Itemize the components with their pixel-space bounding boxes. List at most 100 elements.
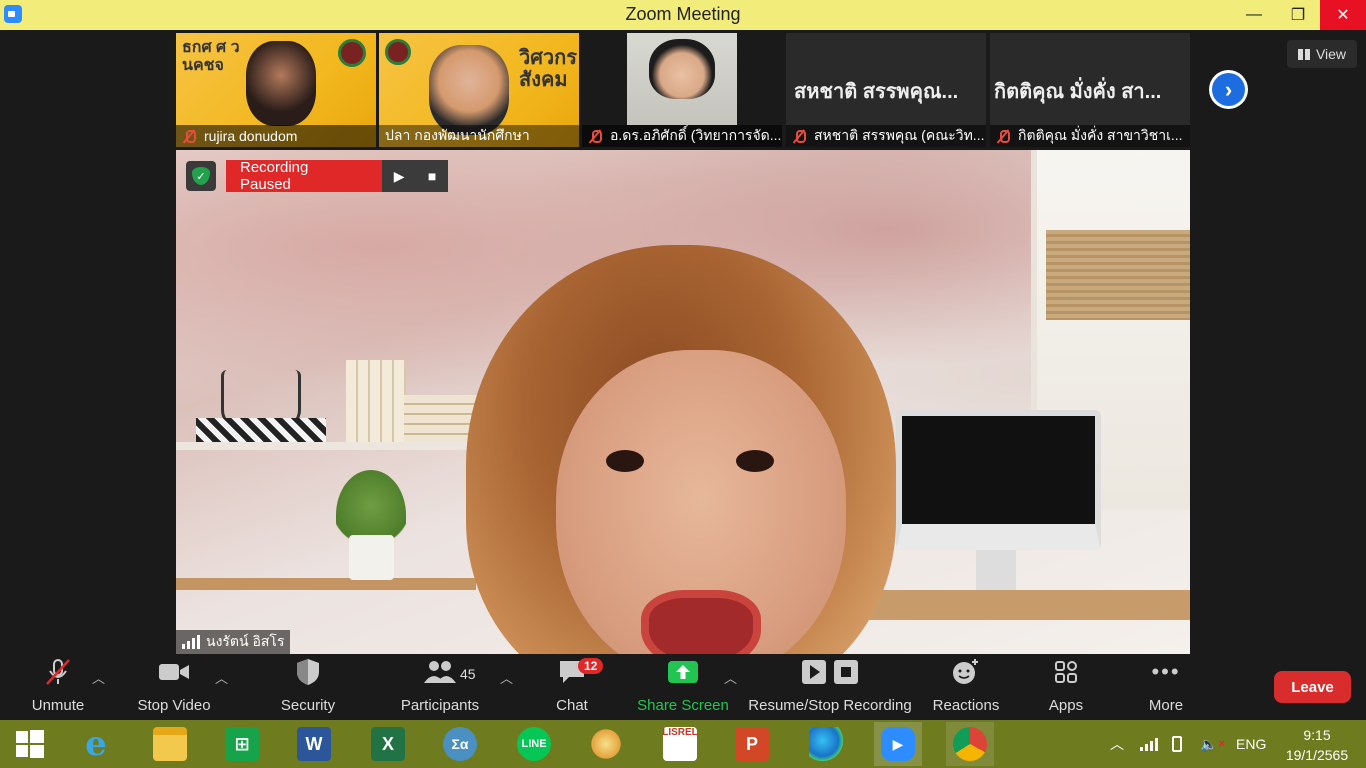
windows-logo-icon: [16, 730, 44, 758]
poster-text: วิศวกร สังคม: [519, 47, 578, 91]
mic-muted-icon: [182, 129, 196, 143]
clock-date: 19/1/2565: [1285, 747, 1349, 763]
network-signal-icon[interactable]: [1140, 722, 1158, 766]
zoom-taskbar-icon[interactable]: ▶: [874, 722, 922, 766]
unmute-button[interactable]: Unmute: [26, 654, 90, 720]
view-button[interactable]: View: [1287, 40, 1357, 68]
active-speaker-video: นงรัตน์ อิสโร: [176, 150, 1190, 654]
apps-icon: [1053, 655, 1079, 689]
speaker-label: นงรัตน์ อิสโร: [176, 630, 291, 654]
participants-button[interactable]: Participants: [398, 654, 482, 720]
more-label: More: [1148, 697, 1184, 714]
participants-options-caret-icon[interactable]: ︿: [500, 668, 513, 687]
clock[interactable]: 9:15 19/1/2565: [1276, 725, 1358, 765]
chat-unread-badge: 12: [578, 658, 604, 674]
audio-options-caret-icon[interactable]: ︿: [92, 668, 105, 687]
share-options-caret-icon[interactable]: ︿: [724, 668, 737, 687]
share-screen-icon: [667, 655, 699, 689]
participant-label: กิตติคุณ มั่งคั่ง สาขาวิชาเ...: [990, 125, 1190, 147]
next-page-button[interactable]: ›: [1209, 70, 1248, 109]
mic-muted-icon: [792, 129, 806, 143]
line-icon[interactable]: LINE: [510, 722, 558, 766]
file-explorer-icon[interactable]: [146, 722, 194, 766]
paint-icon[interactable]: [582, 722, 630, 766]
more-button[interactable]: ••• More: [1140, 654, 1192, 720]
recording-bar: ✓ Recording Paused ▶ ■: [186, 159, 448, 193]
mic-muted-icon: [996, 129, 1010, 143]
stop-video-label: Stop Video: [137, 697, 211, 714]
unmute-label: Unmute: [31, 697, 85, 714]
participant-label: อ.ดร.อภิศักดิ์ (วิทยาการจัด...: [582, 125, 782, 147]
poster-text: ธกศ ศ ว นคชจ: [182, 39, 240, 74]
grid-icon: [1297, 48, 1310, 60]
reactions-label: Reactions: [932, 697, 1000, 714]
participant-video: [246, 41, 316, 126]
participant-label: ปลา กองพัฒนานักศึกษา: [379, 125, 579, 147]
restore-button[interactable]: ❐: [1276, 0, 1320, 30]
show-hidden-icons-button[interactable]: ︿: [1110, 722, 1124, 766]
encryption-shield-icon[interactable]: ✓: [186, 161, 216, 191]
participant-name: อ.ดร.อภิศักดิ์ (วิทยาการจัด...: [610, 127, 782, 143]
store-icon[interactable]: ⊞: [218, 722, 266, 766]
mic-muted-icon: [588, 129, 602, 143]
security-label: Security: [280, 697, 336, 714]
participant-name: ปลา กองพัฒนานักศึกษา: [385, 127, 530, 143]
participant-name: สหชาติ สรรพคุณ (คณะวิท...: [814, 127, 985, 143]
close-button[interactable]: ✕: [1320, 0, 1366, 30]
start-button[interactable]: [6, 722, 54, 766]
math-input-icon[interactable]: Σα: [436, 722, 484, 766]
more-dots-icon: •••: [1151, 659, 1181, 684]
video-options-caret-icon[interactable]: ︿: [215, 668, 228, 687]
edge-icon[interactable]: [802, 722, 850, 766]
participant-label: rujira donudom: [176, 125, 376, 147]
university-seal-icon: [385, 39, 411, 65]
stop-recording-button[interactable]: ■: [428, 168, 436, 184]
share-screen-label: Share Screen: [637, 697, 729, 714]
chat-label: Chat: [556, 697, 588, 714]
word-icon[interactable]: W: [290, 722, 338, 766]
share-screen-button[interactable]: Share Screen: [636, 654, 730, 720]
powerpoint-icon[interactable]: P: [728, 722, 776, 766]
university-seal-icon: [338, 39, 366, 67]
language-indicator[interactable]: ENG: [1236, 722, 1266, 766]
excel-icon[interactable]: X: [364, 722, 412, 766]
participants-label: Participants: [400, 697, 480, 714]
participant-big-name: สหชาติ สรรพคุณ...: [794, 81, 959, 103]
participant-label: สหชาติ สรรพคุณ (คณะวิท...: [786, 125, 986, 147]
participant-name: rujira donudom: [204, 128, 298, 144]
minimize-button[interactable]: —: [1232, 0, 1276, 30]
smiley-add-icon: [951, 655, 981, 689]
window-title: Zoom Meeting: [625, 4, 741, 24]
participant-tile[interactable]: สหชาติ สรรพคุณ... สหชาติ สรรพคุณ (คณะวิท…: [786, 33, 986, 147]
participant-video: [429, 45, 509, 135]
shield-icon: [295, 655, 321, 689]
resume-recording-button[interactable]: ▶: [394, 168, 405, 185]
battery-icon[interactable]: [1172, 722, 1182, 766]
internet-explorer-icon[interactable]: e: [72, 722, 120, 766]
view-label: View: [1315, 46, 1347, 62]
apps-label: Apps: [1048, 697, 1084, 714]
record-controls-icon: [801, 655, 859, 689]
lisrel-icon[interactable]: LISREL: [656, 722, 704, 766]
participant-tile[interactable]: วิศวกร สังคม ปลา กองพัฒนานักศึกษา: [379, 33, 579, 147]
participant-tile[interactable]: อ.ดร.อภิศักดิ์ (วิทยาการจัด...: [582, 33, 782, 147]
mic-muted-icon: [43, 655, 73, 689]
leave-button[interactable]: Leave: [1274, 671, 1351, 703]
recording-controls: ▶ ■: [382, 160, 448, 192]
security-button[interactable]: Security: [276, 654, 340, 720]
recording-status: Recording Paused: [226, 159, 382, 193]
chrome-icon[interactable]: [946, 722, 994, 766]
participant-name: กิตติคุณ มั่งคั่ง สาขาวิชาเ...: [1018, 127, 1183, 143]
participant-video: [627, 33, 737, 125]
chevron-right-icon: ›: [1212, 73, 1245, 106]
participant-tile[interactable]: กิตติคุณ มั่งคั่ง สา... กิตติคุณ มั่งคั่…: [990, 33, 1190, 147]
participant-tile[interactable]: ธกศ ศ ว นคชจ rujira donudom: [176, 33, 376, 147]
reactions-button[interactable]: Reactions: [930, 654, 1002, 720]
resume-stop-recording-button[interactable]: Resume/Stop Recording: [746, 654, 914, 720]
apps-button[interactable]: Apps: [1042, 654, 1090, 720]
volume-muted-icon[interactable]: 🔈 ✕: [1200, 722, 1226, 766]
stop-video-button[interactable]: Stop Video: [132, 654, 216, 720]
clock-time: 9:15: [1303, 727, 1331, 743]
resume-stop-recording-label: Resume/Stop Recording: [748, 697, 912, 714]
participants-icon: [423, 655, 457, 689]
